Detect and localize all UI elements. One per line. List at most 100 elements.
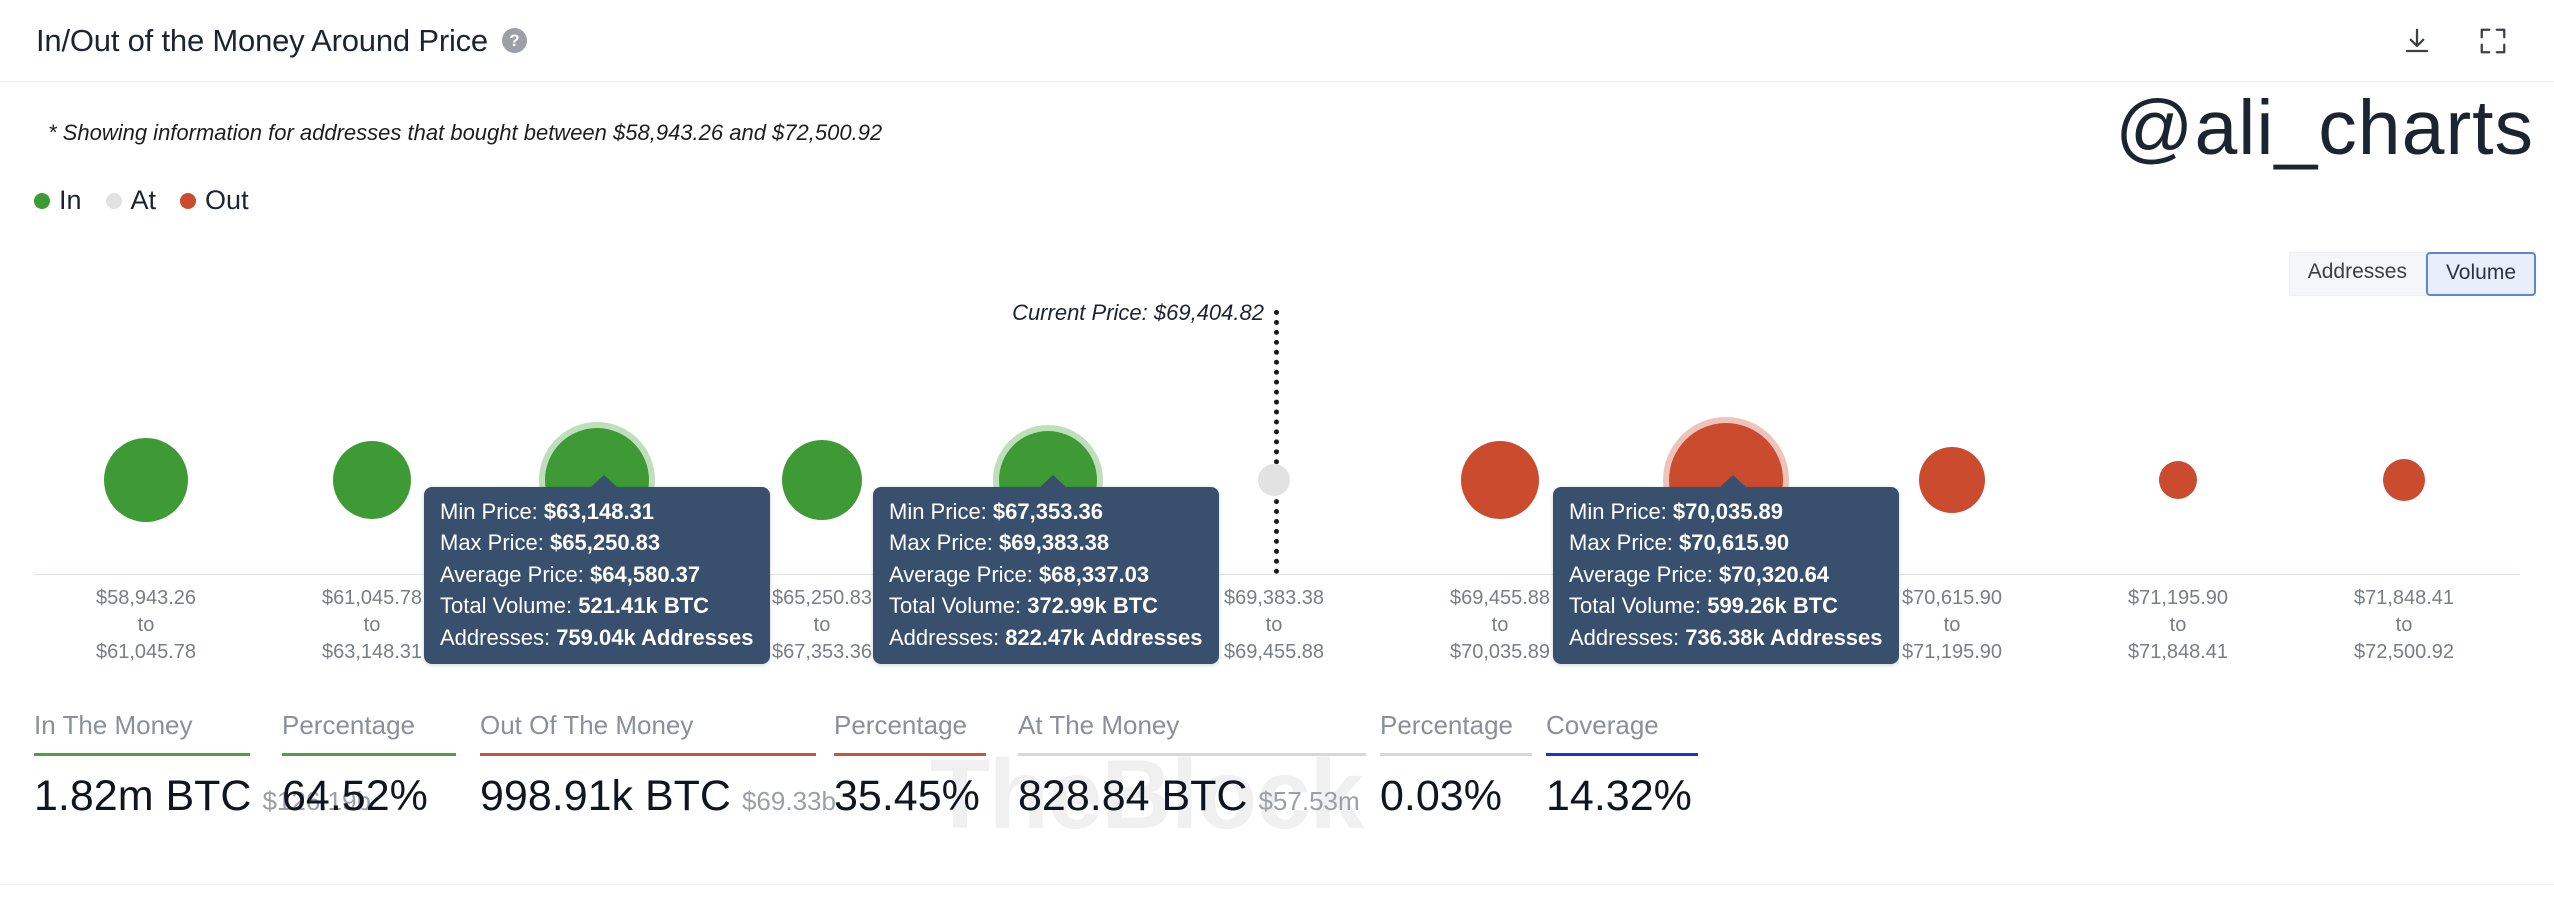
x-axis-label-line: $71,195.90 (1901, 641, 2003, 664)
x-axis-label-line: to (363, 614, 381, 637)
tooltip-row-volume: Total Volume: 599.26k BTC (1569, 590, 1883, 621)
legend-dot-out-icon (180, 192, 197, 209)
stat-in-the-money: In The Money 1.82m BTC $126.19b (34, 710, 371, 821)
tooltip-row-avg: Average Price: $68,337.03 (889, 559, 1203, 590)
stat-label: Coverage (1546, 710, 1659, 740)
x-axis-label-line: $71,848.41 (2353, 587, 2455, 609)
stat-label: At The Money (1018, 710, 1180, 740)
x-axis-label: $58,943.26 to $61,045.78 (96, 585, 196, 667)
tooltip-row-volume: Total Volume: 372.99k BTC (889, 590, 1203, 621)
tooltip-addresses-value: 822.47k Addresses (1005, 624, 1203, 650)
x-axis-label: $71,195.90 to $71,848.41 (2128, 585, 2228, 667)
bubble-out-1[interactable] (1461, 441, 1539, 519)
stat-value-row: 14.32% (1546, 772, 1698, 821)
tooltip-volume-value: 372.99k BTC (1027, 593, 1159, 619)
stat-at-the-money: At The Money 828.84 BTC $57.53m (1018, 710, 1366, 821)
tooltip-max-label: Max Price: (889, 530, 993, 556)
stat-value: 1.82m BTC (34, 772, 252, 820)
chart-subtitle: * Showing information for addresses that… (48, 120, 883, 145)
stat-rule (480, 753, 816, 756)
tooltip-addresses-label: Addresses: (440, 624, 551, 650)
tooltip-volume-label: Total Volume: (889, 593, 1022, 619)
x-axis-label: $69,455.88 to $70,035.89 (1450, 585, 1550, 667)
stat-rule (282, 753, 456, 756)
stat-rule (1018, 753, 1366, 756)
x-axis-line (34, 574, 2520, 575)
tooltip-arrow-icon (590, 475, 618, 488)
stat-label: Percentage (1380, 710, 1513, 740)
page-title: In/Out of the Money Around Price (36, 22, 488, 58)
bubble-in-2[interactable] (333, 441, 411, 519)
x-axis-label: $70,615.90 to $71,195.90 (1902, 585, 2002, 667)
bubble-chart: TheBlock Current Price: $69,404.82 (0, 290, 2554, 849)
tooltip-max-value: $65,250.83 (550, 530, 661, 556)
stat-subvalue: $69.33b (741, 786, 836, 816)
x-axis-label: $65,250.83 to $67,353.36 (772, 585, 872, 667)
tooltip-row-min: Min Price: $63,148.31 (440, 496, 754, 527)
stat-label: Percentage (282, 710, 415, 740)
tooltip-row-max: Max Price: $65,250.83 (440, 527, 754, 558)
tooltip-avg-label: Average Price: (1569, 561, 1713, 587)
tooltip-min-value: $70,035.89 (1672, 499, 1784, 524)
stat-coverage: Coverage 14.32% (1546, 710, 1698, 821)
stat-value-row: 828.84 BTC $57.53m (1018, 772, 1366, 821)
stat-rule (1380, 753, 1532, 756)
tooltip-bucket-1: Min Price: $63,148.31 Max Price: $65,250… (424, 475, 770, 665)
tooltip-row-avg: Average Price: $70,320.64 (1569, 559, 1883, 590)
legend-dot-in-icon (34, 192, 50, 209)
x-axis-label-line: to (2169, 614, 2187, 637)
tooltip-min-label: Min Price: (1569, 499, 1667, 524)
legend-item-at[interactable]: At (105, 185, 156, 216)
tooltip-volume-value: 599.26k BTC (1707, 593, 1839, 619)
x-axis-label-line: $69,455.88 (1449, 587, 1551, 609)
bubble-in-1[interactable] (104, 438, 188, 522)
header-actions (2400, 24, 2510, 58)
stat-rule (1546, 753, 1698, 756)
bubble-in-4[interactable] (782, 440, 862, 520)
x-axis-label-line: to (1491, 614, 1509, 637)
current-price-label: Current Price: $69,404.82 (1012, 300, 1264, 325)
x-axis-label-line: $58,943.26 (95, 587, 197, 609)
stat-value: 35.45% (834, 772, 980, 820)
tooltip-row-addresses: Addresses: 736.38k Addresses (1569, 622, 1883, 653)
tooltip-addresses-label: Addresses: (889, 624, 1000, 650)
tooltip-addresses-value: 759.04k Addresses (556, 624, 754, 650)
tooltip-row-max: Max Price: $70,615.90 (1569, 527, 1883, 558)
bubble-at-1[interactable] (1258, 464, 1290, 496)
stat-out-of-the-money: Out Of The Money 998.91k BTC $69.33b (480, 710, 836, 821)
stat-value-row: 0.03% (1380, 772, 1532, 821)
bubble-out-5[interactable] (2383, 459, 2425, 501)
legend-item-in[interactable]: In (34, 185, 82, 216)
x-axis-label-line: to (813, 614, 831, 637)
stat-label: Percentage (834, 710, 967, 740)
expand-icon[interactable] (2476, 24, 2510, 58)
x-axis-label-line: $69,383.38 (1223, 587, 1325, 609)
tooltip-row-avg: Average Price: $64,580.37 (440, 559, 754, 590)
tooltip-avg-value: $68,337.03 (1039, 561, 1150, 587)
x-axis-label-line: $70,615.90 (1901, 587, 2003, 609)
bubble-out-4[interactable] (2159, 461, 2197, 499)
stat-subvalue: $57.53m (1258, 786, 1360, 816)
stat-value-row: 998.91k BTC $69.33b (480, 772, 836, 821)
brand-watermark: @ali_charts (2115, 85, 2534, 171)
bubble-out-3[interactable] (1919, 447, 1985, 513)
stat-value: 0.03% (1380, 772, 1502, 820)
tooltip-row-addresses: Addresses: 822.47k Addresses (889, 622, 1203, 653)
tooltip-row-min: Min Price: $70,035.89 (1569, 496, 1883, 527)
x-axis-label-line: to (1943, 614, 1961, 637)
stat-rule (834, 753, 986, 756)
download-icon[interactable] (2400, 24, 2434, 58)
x-axis-label-line: $67,353.36 (771, 641, 873, 664)
x-axis-label: $69,383.38 to $69,455.88 (1224, 585, 1324, 667)
tooltip-row-max: Max Price: $69,383.38 (889, 527, 1203, 558)
legend-item-out[interactable]: Out (180, 185, 249, 216)
question-mark-icon[interactable]: ? (501, 28, 527, 53)
stat-in-the-money-percentage: Percentage 64.52% (282, 710, 456, 821)
tooltip-row-addresses: Addresses: 759.04k Addresses (440, 622, 754, 653)
tooltip-min-value: $67,353.36 (992, 499, 1104, 524)
tooltip-addresses-value: 736.38k Addresses (1685, 624, 1883, 650)
tooltip-row-volume: Total Volume: 521.41k BTC (440, 590, 754, 621)
x-axis-label-line: to (137, 614, 155, 637)
tooltip-arrow-icon (1719, 475, 1747, 488)
stat-label: Out Of The Money (480, 710, 694, 740)
